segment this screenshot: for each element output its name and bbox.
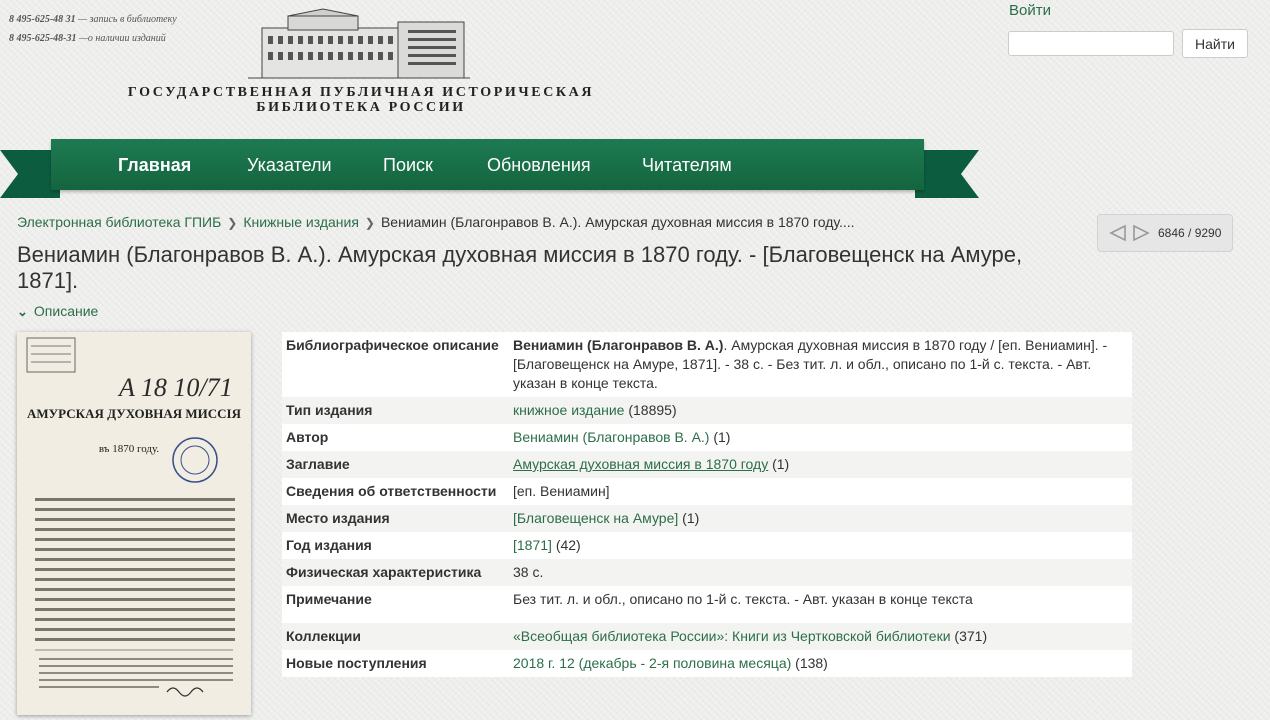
- author-link[interactable]: Вениамин (Благонравов В. А.): [513, 429, 709, 445]
- breadcrumb-current: Вениамин (Благонравов В. А.). Амурская д…: [380, 214, 855, 230]
- pager-count: 6846 / 9290: [1158, 226, 1222, 240]
- edition-type-count: (18895): [624, 402, 677, 418]
- biblio-description-value: Вениамин (Благонравов В. А.). Амурская д…: [509, 332, 1132, 397]
- nav-readers[interactable]: Читателям: [642, 155, 732, 176]
- table-row: Новые поступления 2018 г. 12 (декабрь - …: [282, 650, 1132, 677]
- note-value: Без тит. л. и обл., описано по 1-й с. те…: [509, 586, 1132, 623]
- chevron-right-icon: ❯: [364, 216, 375, 230]
- nav-updates[interactable]: Обновления: [487, 155, 591, 176]
- chevron-right-icon: ❯: [227, 216, 238, 230]
- ribbon-right-tail: [915, 150, 979, 198]
- responsibility-label: Сведения об ответственности: [282, 478, 509, 505]
- biblio-description-label: Библиографическое описание: [282, 332, 509, 397]
- title-count: (1): [768, 456, 790, 472]
- physical-label: Физическая характеристика: [282, 559, 509, 586]
- table-row: Физическая характеристика 38 с.: [282, 559, 1132, 586]
- author-count: (1): [709, 429, 731, 445]
- edition-type-link[interactable]: книжное издание: [513, 402, 624, 418]
- collections-count: (371): [950, 628, 988, 644]
- cover-subtitle: въ 1870 году.: [99, 443, 160, 455]
- year-count: (42): [551, 537, 581, 553]
- table-row: Библиографическое описание Вениамин (Бла…: [282, 332, 1132, 397]
- search-button[interactable]: Найти: [1182, 29, 1248, 58]
- place-link[interactable]: [Благовещенск на Амуре]: [513, 510, 678, 526]
- description-toggle-label: Описание: [33, 303, 99, 319]
- phone-line: 8 495-625-48-31 —о наличии изданий: [9, 33, 166, 44]
- new-arrivals-label: Новые поступления: [282, 650, 509, 677]
- library-name: ГОСУДАРСТВЕННАЯ ПУБЛИЧНАЯ ИСТОРИЧЕСКАЯ Б…: [127, 85, 595, 115]
- title-label: Заглавие: [282, 451, 509, 478]
- table-row: Коллекции «Всеобщая библиотека России»: …: [282, 623, 1132, 650]
- table-row: Заглавие Амурская духовная миссия в 1870…: [282, 451, 1132, 478]
- record-details-table: Библиографическое описание Вениамин (Бла…: [282, 332, 1132, 677]
- book-cover-image[interactable]: A 18 10/71 АМУРСКАЯ ДУХОВНАЯ МИССІЯ въ 1…: [17, 332, 251, 715]
- breadcrumb-books[interactable]: Книжные издания: [243, 214, 359, 230]
- physical-value: 38 с.: [509, 559, 1132, 586]
- library-building-logo[interactable]: [248, 8, 470, 82]
- book-cover-page: A 18 10/71 АМУРСКАЯ ДУХОВНАЯ МИССІЯ въ 1…: [17, 332, 251, 715]
- place-label: Место издания: [282, 505, 509, 532]
- phone-info: 8 495-625-48 31 — запись в библиотеку 8 …: [9, 10, 177, 48]
- page-title: Вениамин (Благонравов В. А.). Амурская д…: [17, 242, 1023, 293]
- cover-handwritten-mark: A 18 10/71: [117, 373, 233, 402]
- nav-indexes[interactable]: Указатели: [247, 155, 332, 176]
- cover-title: АМУРСКАЯ ДУХОВНАЯ МИССІЯ: [27, 406, 242, 421]
- search-input[interactable]: [1008, 31, 1174, 56]
- table-row: Место издания [Благовещенск на Амуре] (1…: [282, 505, 1132, 532]
- table-row: Год издания [1871] (42): [282, 532, 1132, 559]
- chevron-down-icon: ⌄: [17, 304, 28, 319]
- table-row: Сведения об ответственности [еп. Вениами…: [282, 478, 1132, 505]
- table-row: Автор Вениамин (Благонравов В. А.) (1): [282, 424, 1132, 451]
- year-link[interactable]: [1871]: [513, 537, 552, 553]
- title-link[interactable]: Амурская духовная миссия в 1870 году: [513, 456, 768, 472]
- nav-home[interactable]: Главная: [118, 155, 191, 176]
- table-row: Примечание Без тит. л. и обл., описано п…: [282, 586, 1132, 623]
- breadcrumb-library[interactable]: Электронная библиотека ГПИБ: [17, 214, 221, 230]
- description-toggle[interactable]: ⌄ Описание: [17, 303, 98, 320]
- edition-type-label: Тип издания: [282, 397, 509, 424]
- next-arrow-icon[interactable]: [1131, 224, 1151, 242]
- prev-arrow-icon[interactable]: [1108, 224, 1128, 242]
- author-label: Автор: [282, 424, 509, 451]
- record-pager: 6846 / 9290: [1097, 214, 1233, 252]
- nav-search[interactable]: Поиск: [383, 155, 433, 176]
- note-label: Примечание: [282, 586, 509, 623]
- place-count: (1): [678, 510, 700, 526]
- new-arrivals-link[interactable]: 2018 г. 12 (декабрь - 2-я половина месяц…: [513, 655, 791, 671]
- year-label: Год издания: [282, 532, 509, 559]
- login-link[interactable]: Войти: [1009, 2, 1051, 19]
- breadcrumb: Электронная библиотека ГПИБ ❯ Книжные изда…: [17, 214, 855, 230]
- responsibility-value: [еп. Вениамин]: [509, 478, 1132, 505]
- collections-label: Коллекции: [282, 623, 509, 650]
- phone-line: 8 495-625-48 31 — запись в библиотеку: [9, 14, 177, 25]
- table-row: Тип издания книжное издание (18895): [282, 397, 1132, 424]
- collections-link[interactable]: «Всеобщая библиотека России»: Книги из Ч…: [513, 628, 951, 644]
- new-arrivals-count: (138): [791, 655, 828, 671]
